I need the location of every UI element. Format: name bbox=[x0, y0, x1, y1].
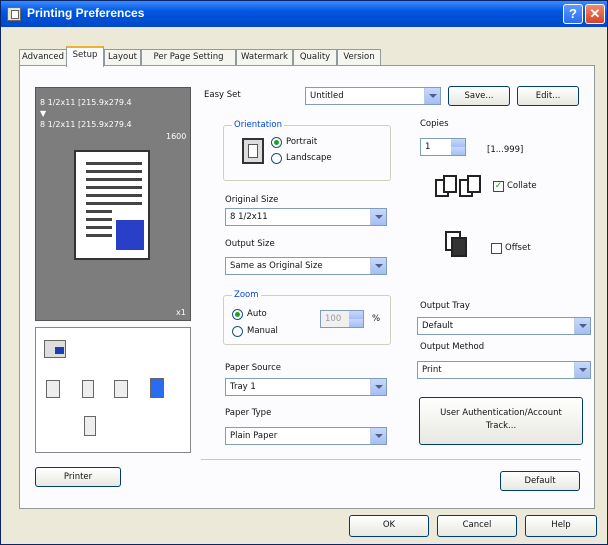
chevron-down-icon bbox=[574, 318, 590, 334]
machine-options-view bbox=[35, 327, 191, 453]
copies-label: Copies bbox=[420, 119, 449, 129]
preview-page bbox=[74, 150, 150, 260]
tab-version[interactable]: Version bbox=[337, 49, 381, 66]
chevron-down-icon bbox=[370, 379, 386, 395]
help-title-button[interactable]: ? bbox=[563, 4, 583, 24]
zoom-auto-label: Auto bbox=[247, 309, 267, 319]
zoom-group: Zoom Auto Manual 100 % bbox=[223, 290, 391, 345]
user-authentication-line2: Track... bbox=[485, 421, 517, 431]
zoom-auto-radio[interactable] bbox=[232, 309, 243, 320]
paper-source-label: Paper Source bbox=[225, 363, 281, 373]
portrait-label: Portrait bbox=[286, 137, 318, 147]
preview-output-size: 8 1/2x11 [215.9x279.4 bbox=[40, 120, 132, 129]
preview-arrow: ▼ bbox=[40, 109, 47, 118]
zoom-manual-radio[interactable] bbox=[232, 326, 243, 337]
easy-set-label: Easy Set bbox=[204, 90, 241, 100]
edit-button[interactable]: Edit... bbox=[517, 86, 579, 106]
offset-checkbox[interactable] bbox=[491, 243, 502, 254]
paper-source-dropdown[interactable]: Tray 1 bbox=[225, 378, 387, 396]
preview-original-size: 8 1/2x11 [215.9x279.4 bbox=[40, 98, 132, 107]
printer-button[interactable]: Printer bbox=[35, 467, 121, 487]
orientation-group: Orientation Portrait Landscape bbox=[223, 120, 391, 181]
printer-machine-icon bbox=[44, 340, 66, 358]
orientation-group-title: Orientation bbox=[232, 120, 284, 130]
user-authentication-button[interactable]: User Authentication/Account Track... bbox=[419, 397, 583, 445]
divider bbox=[201, 459, 581, 460]
portrait-page-icon bbox=[242, 138, 264, 164]
tab-setup[interactable]: Setup bbox=[66, 46, 104, 67]
tab-per-page-setting[interactable]: Per Page Setting bbox=[141, 49, 236, 66]
preview-image-block bbox=[116, 220, 144, 250]
original-size-label: Original Size bbox=[225, 195, 279, 205]
output-method-label: Output Method bbox=[420, 342, 485, 352]
default-button[interactable]: Default bbox=[500, 471, 580, 491]
ok-button[interactable]: OK bbox=[349, 515, 429, 537]
collate-label: Collate bbox=[507, 181, 537, 191]
output-tray-label: Output Tray bbox=[420, 301, 470, 311]
duplex-icon bbox=[114, 380, 128, 398]
original-size-dropdown[interactable]: 8 1/2x11 bbox=[225, 208, 387, 226]
tab-advanced[interactable]: Advanced bbox=[19, 49, 67, 66]
printer-app-icon bbox=[7, 7, 21, 21]
output-bin-icon bbox=[84, 416, 96, 436]
title-bar: Printing Preferences ? ✕ bbox=[1, 1, 607, 27]
printing-preferences-window: Printing Preferences ? ✕ Advanced Setup … bbox=[0, 0, 608, 545]
chevron-down-icon bbox=[370, 258, 386, 274]
zoom-percent-spinner: 100 bbox=[320, 310, 364, 328]
copies-range: [1...999] bbox=[487, 145, 524, 155]
offset-pages-icon bbox=[445, 231, 471, 259]
easy-set-dropdown[interactable]: Untitled bbox=[305, 87, 441, 105]
spin-up-icon bbox=[349, 311, 363, 319]
portrait-radio[interactable] bbox=[271, 137, 282, 148]
paper-type-label: Paper Type bbox=[225, 408, 272, 418]
collate-checkbox[interactable]: ✓ bbox=[493, 181, 504, 192]
selected-option-icon bbox=[150, 378, 164, 398]
tray-icon bbox=[46, 380, 60, 398]
chevron-down-icon bbox=[424, 88, 440, 104]
user-authentication-line1: User Authentication/Account bbox=[440, 408, 562, 418]
chevron-down-icon bbox=[370, 428, 386, 444]
save-button[interactable]: Save... bbox=[448, 86, 510, 106]
finisher-icon bbox=[82, 380, 94, 398]
paper-type-dropdown[interactable]: Plain Paper bbox=[225, 427, 387, 445]
spin-down-icon[interactable] bbox=[451, 147, 465, 155]
close-button[interactable]: ✕ bbox=[585, 4, 605, 24]
help-button[interactable]: Help bbox=[525, 515, 597, 537]
collate-pages-icon bbox=[435, 175, 487, 205]
tab-watermark[interactable]: Watermark bbox=[236, 49, 293, 66]
tab-quality[interactable]: Quality bbox=[293, 49, 337, 66]
tab-layout[interactable]: Layout bbox=[104, 49, 141, 66]
print-preview: 8 1/2x11 [215.9x279.4 ▼ 8 1/2x11 [215.9x… bbox=[35, 87, 191, 321]
chevron-down-icon bbox=[574, 362, 590, 378]
copies-spinner[interactable]: 1 bbox=[420, 138, 466, 156]
chevron-down-icon bbox=[370, 209, 386, 225]
zoom-unit: % bbox=[372, 314, 381, 324]
zoom-manual-label: Manual bbox=[247, 326, 278, 336]
preview-resolution: 1600 bbox=[166, 132, 187, 141]
cancel-button[interactable]: Cancel bbox=[437, 515, 517, 537]
window-title: Printing Preferences bbox=[27, 6, 145, 20]
spin-down-icon bbox=[349, 319, 363, 327]
landscape-label: Landscape bbox=[286, 153, 332, 163]
output-tray-dropdown[interactable]: Default bbox=[417, 317, 591, 335]
spin-up-icon[interactable] bbox=[451, 139, 465, 147]
output-size-label: Output Size bbox=[225, 239, 275, 249]
offset-label: Offset bbox=[505, 243, 531, 253]
output-size-dropdown[interactable]: Same as Original Size bbox=[225, 257, 387, 275]
landscape-radio[interactable] bbox=[271, 153, 282, 164]
output-method-dropdown[interactable]: Print bbox=[417, 361, 591, 379]
zoom-group-title: Zoom bbox=[232, 290, 261, 300]
preview-copies: x1 bbox=[176, 308, 186, 317]
